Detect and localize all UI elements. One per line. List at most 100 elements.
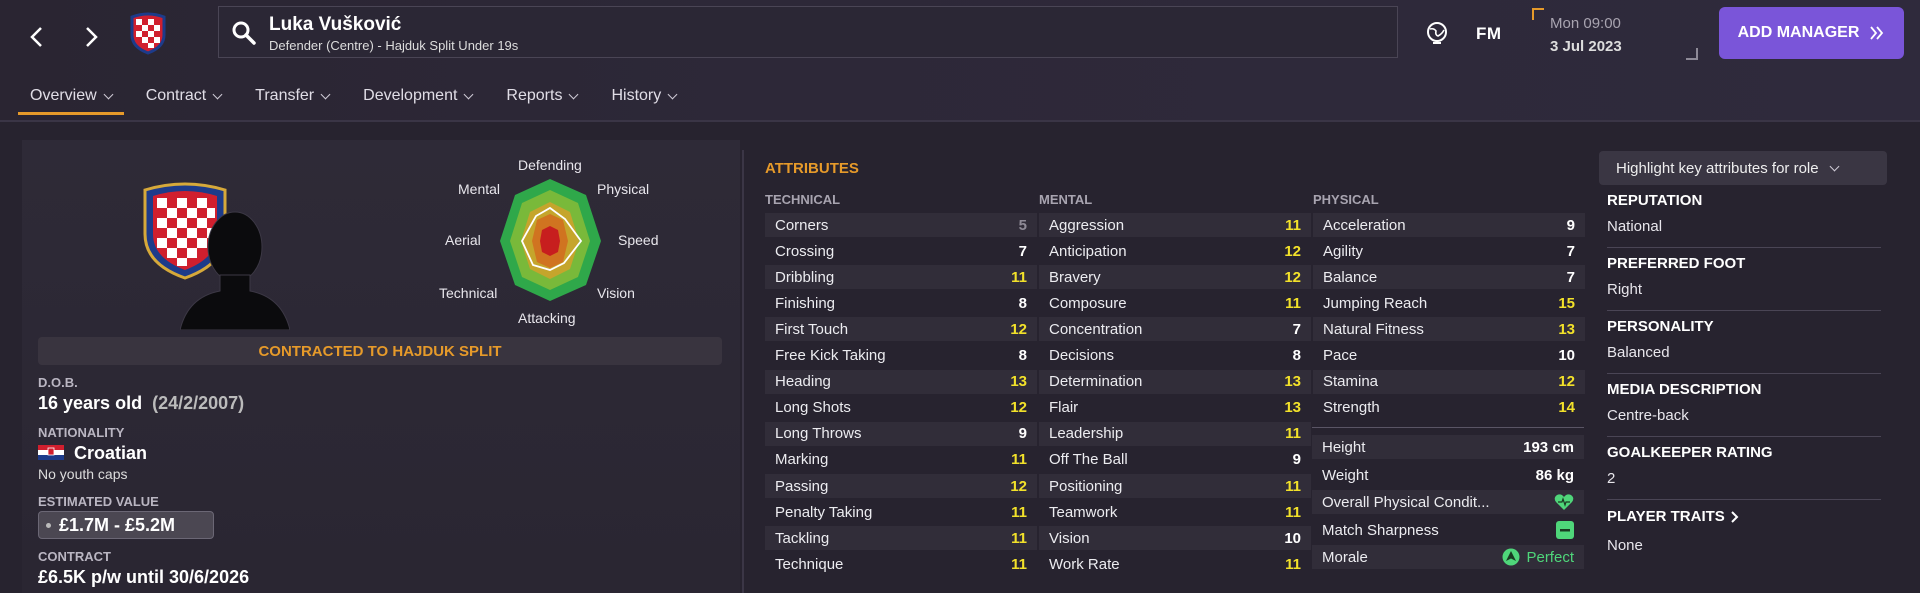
attribute-row[interactable]: Natural Fitness 13 [1313, 317, 1585, 342]
attribute-row[interactable]: Long Shots 12 [765, 396, 1037, 420]
attribute-row[interactable]: Strength 14 [1313, 396, 1585, 420]
estimated-value-pill[interactable]: £1.7M - £5.2M [38, 511, 214, 539]
attribute-value: 11 [1011, 529, 1027, 547]
player-search-bar[interactable]: Luka Vušković Defender (Centre) - Hajduk… [218, 6, 1398, 58]
reputation-label: REPUTATION [1607, 192, 1703, 209]
divider [742, 150, 744, 593]
attribute-row[interactable]: Crossing 7 [765, 239, 1037, 263]
date-display[interactable]: Mon 09:00 3 Jul 2023 [1532, 8, 1698, 60]
attribute-row[interactable]: First Touch 12 [765, 317, 1037, 342]
attribute-row[interactable]: Penalty Taking 11 [765, 500, 1037, 524]
club-crest-small[interactable] [128, 11, 168, 55]
attribute-value: 11 [1011, 451, 1027, 469]
chevron-down-icon [667, 89, 678, 99]
nationality-value[interactable]: Croatian [74, 443, 147, 464]
attribute-row[interactable]: Aggression 11 [1039, 213, 1311, 237]
attribute-row[interactable]: Jumping Reach 15 [1313, 291, 1585, 315]
attribute-row[interactable]: Long Throws 9 [765, 421, 1037, 446]
attribute-value: 11 [1011, 503, 1027, 521]
height-value: 193 cm [1523, 438, 1574, 456]
chevron-down-icon [103, 89, 114, 99]
estimated-value-label: ESTIMATED VALUE [38, 494, 159, 509]
attribute-name: Work Rate [1049, 555, 1120, 573]
dob-label: D.O.B. [38, 375, 78, 390]
attribute-value: 8 [1292, 347, 1301, 364]
attribute-name: Strength [1323, 399, 1380, 417]
tab-label: Transfer [255, 87, 315, 104]
attribute-row[interactable]: Pace 10 [1313, 344, 1585, 368]
divider [1607, 436, 1881, 437]
player-traits-label: PLAYER TRAITS [1607, 508, 1725, 525]
globe-icon[interactable] [1424, 20, 1450, 46]
back-button[interactable] [20, 20, 54, 54]
tab-development[interactable]: Development [351, 80, 484, 112]
attribute-value: 15 [1558, 294, 1575, 312]
radar-label-attacking: Attacking [518, 310, 576, 326]
top-bar: Luka Vušković Defender (Centre) - Hajduk… [0, 0, 1920, 120]
physical-condition-row[interactable]: Overall Physical Condit... [1312, 490, 1584, 514]
media-description-value: Centre-back [1607, 407, 1689, 424]
attribute-row[interactable]: Composure 11 [1039, 291, 1311, 315]
attribute-row[interactable]: Passing 12 [765, 474, 1037, 498]
attribute-row[interactable]: Stamina 12 [1313, 369, 1585, 394]
tab-transfer[interactable]: Transfer [243, 80, 341, 112]
add-manager-label: ADD MANAGER [1737, 24, 1860, 41]
player-traits-link[interactable]: PLAYER TRAITS [1607, 508, 1739, 525]
tab-bar: Overview Contract Transfer Development R… [18, 80, 698, 115]
attribute-row[interactable]: Work Rate 11 [1039, 552, 1311, 576]
chevron-down-icon [569, 89, 579, 99]
attribute-row[interactable]: Dribbling 11 [765, 265, 1037, 290]
tab-reports[interactable]: Reports [494, 80, 589, 112]
attribute-row[interactable]: Agility 7 [1313, 239, 1585, 263]
croatia-flag-icon [38, 445, 64, 460]
morale-value: Perfect [1526, 548, 1574, 566]
attribute-row[interactable]: Acceleration 9 [1313, 213, 1585, 237]
attribute-value: 12 [1558, 373, 1575, 391]
attribute-row[interactable]: Concentration 7 [1039, 317, 1311, 342]
attribute-name: Off The Ball [1049, 451, 1128, 469]
attribute-value: 9 [1018, 425, 1027, 443]
fm-logo[interactable]: FM [1476, 24, 1502, 44]
attribute-row[interactable]: Heading 13 [765, 369, 1037, 394]
attribute-row[interactable]: Balance 7 [1313, 265, 1585, 290]
add-manager-button[interactable]: ADD MANAGER [1719, 7, 1904, 59]
tab-history[interactable]: History [599, 80, 688, 112]
attribute-row[interactable]: Anticipation 12 [1039, 239, 1311, 263]
attribute-row[interactable]: Decisions 8 [1039, 344, 1311, 368]
player-attributes-radar[interactable]: Defending Physical Speed Vision Attackin… [439, 150, 690, 330]
attribute-row[interactable]: Flair 13 [1039, 396, 1311, 420]
attribute-name: Anticipation [1049, 242, 1127, 260]
attribute-row[interactable]: Vision 10 [1039, 526, 1311, 551]
attribute-value: 7 [1018, 242, 1027, 260]
player-traits-value: None [1607, 537, 1643, 554]
attribute-row[interactable]: Determination 13 [1039, 369, 1311, 394]
attribute-row[interactable]: Bravery 12 [1039, 265, 1311, 290]
age-value: 16 years old [38, 393, 143, 413]
attribute-value: 12 [1284, 242, 1301, 260]
weight-value: 86 kg [1535, 466, 1574, 484]
attribute-name: Flair [1049, 399, 1079, 417]
attribute-value: 10 [1284, 529, 1301, 547]
attribute-row[interactable]: Tackling 11 [765, 526, 1037, 551]
attribute-row[interactable]: Marking 11 [765, 448, 1037, 472]
attribute-row[interactable]: Free Kick Taking 8 [765, 344, 1037, 368]
corner-bracket [1686, 48, 1698, 60]
highlight-attributes-dropdown[interactable]: Highlight key attributes for role [1599, 151, 1887, 185]
morale-up-icon [1502, 548, 1520, 566]
attribute-value: 11 [1285, 503, 1301, 521]
attribute-row[interactable]: Positioning 11 [1039, 474, 1311, 498]
tab-overview[interactable]: Overview [18, 80, 124, 115]
tab-contract[interactable]: Contract [134, 80, 233, 112]
attribute-value: 13 [1284, 373, 1301, 391]
attribute-row[interactable]: Technique 11 [765, 552, 1037, 576]
attribute-row[interactable]: Finishing 8 [765, 291, 1037, 315]
attribute-row[interactable]: Leadership 11 [1039, 421, 1311, 446]
attribute-name: Marking [775, 451, 829, 469]
attribute-row[interactable]: Teamwork 11 [1039, 500, 1311, 524]
attribute-row[interactable]: Corners 5 [765, 213, 1037, 237]
morale-row[interactable]: Morale Perfect [1312, 545, 1584, 569]
attribute-row[interactable]: Off The Ball 9 [1039, 448, 1311, 472]
attribute-value: 11 [1285, 477, 1301, 495]
match-sharpness-row[interactable]: Match Sharpness [1312, 518, 1584, 542]
forward-button[interactable] [74, 20, 108, 54]
